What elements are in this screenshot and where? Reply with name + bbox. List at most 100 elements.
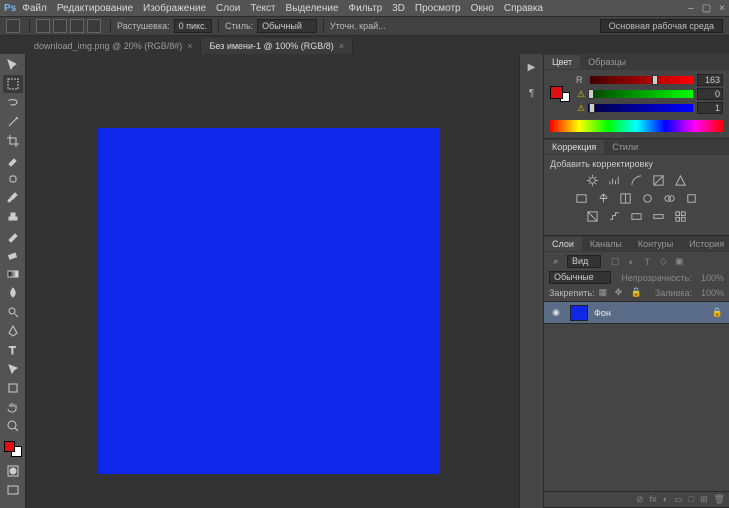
lock-pixels-icon[interactable]: ▦ [599, 287, 611, 298]
selection-int-icon[interactable] [87, 19, 101, 33]
selective-color-icon[interactable] [673, 209, 688, 223]
wand-tool[interactable] [3, 113, 23, 131]
dodge-tool[interactable] [3, 303, 23, 321]
shape-tool[interactable] [3, 379, 23, 397]
menu-filter[interactable]: Фильтр [349, 3, 383, 14]
close-tab-icon[interactable]: × [187, 41, 192, 51]
invert-icon[interactable] [585, 209, 600, 223]
color-swatches[interactable] [3, 440, 23, 458]
tab-paths[interactable]: Контуры [630, 237, 681, 251]
menu-window[interactable]: Окно [471, 3, 494, 14]
spectrum-strip[interactable] [550, 120, 723, 132]
gradient-map-icon[interactable] [651, 209, 666, 223]
search-icon[interactable]: ⌕ [549, 256, 563, 267]
selection-new-icon[interactable] [36, 19, 50, 33]
tab-adjustments[interactable]: Коррекция [544, 140, 604, 154]
close-tab-icon[interactable]: × [339, 41, 344, 51]
quick-mask-tool[interactable] [3, 462, 23, 480]
zoom-tool[interactable] [3, 417, 23, 435]
fill-value[interactable]: 100% [696, 288, 724, 298]
document-tab[interactable]: Без имени-1 @ 100% (RGB/8) × [201, 38, 353, 54]
layer-name[interactable]: Фон [594, 308, 712, 318]
tab-color[interactable]: Цвет [544, 55, 580, 69]
canvas[interactable] [98, 128, 440, 474]
workspace-switcher[interactable]: Основная рабочая среда [600, 19, 723, 33]
g-slider[interactable] [588, 90, 693, 98]
link-layers-icon[interactable]: ⊘ [636, 494, 644, 505]
color-balance-icon[interactable] [596, 191, 611, 205]
hue-icon[interactable] [574, 191, 589, 205]
heal-tool[interactable] [3, 170, 23, 188]
selection-add-icon[interactable] [53, 19, 67, 33]
menu-help[interactable]: Справка [504, 3, 543, 14]
kind-filter-dropdown[interactable]: Вид [567, 255, 601, 268]
move-tool[interactable] [3, 56, 23, 74]
menu-image[interactable]: Изображение [143, 3, 206, 14]
path-select-tool[interactable] [3, 360, 23, 378]
menu-text[interactable]: Текст [250, 3, 275, 14]
b-value[interactable]: 1 [697, 102, 723, 114]
lasso-tool[interactable] [3, 94, 23, 112]
g-value[interactable]: 0 [697, 88, 723, 100]
eyedropper-tool[interactable] [3, 151, 23, 169]
menu-view[interactable]: Просмотр [415, 3, 461, 14]
type-tool[interactable]: T [3, 341, 23, 359]
new-layer-icon[interactable]: ⊞ [700, 494, 708, 505]
marquee-tool[interactable] [3, 75, 23, 93]
blend-mode-dropdown[interactable]: Обычные [549, 271, 611, 284]
tab-layers[interactable]: Слои [544, 237, 582, 251]
minimize-button[interactable]: – [688, 3, 694, 14]
foreground-color-swatch[interactable] [4, 441, 15, 452]
lock-all-icon[interactable]: 🔒 [631, 287, 643, 298]
visibility-icon[interactable]: ◉ [548, 307, 564, 318]
gradient-tool[interactable] [3, 265, 23, 283]
menu-3d[interactable]: 3D [392, 3, 405, 14]
filter-pixel-icon[interactable]: ▢ [609, 256, 621, 268]
levels-icon[interactable] [607, 173, 622, 187]
tab-swatches[interactable]: Образцы [580, 55, 634, 69]
eraser-tool[interactable] [3, 246, 23, 264]
mask-icon[interactable]: ◐ [663, 494, 668, 505]
history-brush-tool[interactable] [3, 227, 23, 245]
channel-mixer-icon[interactable] [662, 191, 677, 205]
selection-sub-icon[interactable] [70, 19, 84, 33]
refine-edge-button[interactable]: Уточн. край... [330, 21, 386, 31]
screen-mode-tool[interactable] [3, 481, 23, 499]
hand-tool[interactable] [3, 398, 23, 416]
filter-adjust-icon[interactable]: ◐ [625, 256, 637, 268]
style-dropdown[interactable]: Обычный [257, 19, 317, 33]
layer-thumbnail[interactable] [570, 305, 588, 321]
marquee-tool-icon[interactable] [6, 19, 20, 33]
threshold-icon[interactable] [629, 209, 644, 223]
r-slider[interactable] [590, 76, 693, 84]
restore-button[interactable]: ▢ [702, 3, 711, 14]
document-tab[interactable]: download_img.png @ 20% (RGB/8#) × [26, 38, 201, 54]
brush-tool[interactable] [3, 189, 23, 207]
canvas-area[interactable] [26, 54, 519, 508]
photo-filter-icon[interactable] [640, 191, 655, 205]
tab-styles[interactable]: Стили [604, 140, 646, 154]
menu-select[interactable]: Выделение [286, 3, 339, 14]
tab-channels[interactable]: Каналы [582, 237, 630, 251]
curves-icon[interactable] [629, 173, 644, 187]
menu-file[interactable]: Файл [22, 3, 47, 14]
exposure-icon[interactable] [651, 173, 666, 187]
color-swatch-pair[interactable] [550, 86, 572, 104]
opacity-value[interactable]: 100% [696, 273, 724, 283]
tab-history[interactable]: История [681, 237, 729, 251]
blur-tool[interactable] [3, 284, 23, 302]
fgcolor-swatch[interactable] [550, 86, 563, 99]
lock-position-icon[interactable]: ✥ [615, 287, 627, 298]
play-icon[interactable]: ▶ [524, 60, 540, 74]
menu-edit[interactable]: Редактирование [57, 3, 133, 14]
filter-type-icon[interactable]: T [641, 256, 653, 268]
paragraph-icon[interactable]: ¶ [524, 86, 540, 100]
stamp-tool[interactable] [3, 208, 23, 226]
feather-field[interactable]: 0 пикс. [174, 19, 212, 33]
r-value[interactable]: 163 [697, 74, 723, 86]
layer-item[interactable]: ◉ Фон 🔒 [544, 302, 729, 324]
pen-tool[interactable] [3, 322, 23, 340]
fx-icon[interactable]: fx [650, 494, 657, 505]
filter-shape-icon[interactable]: ◇ [657, 256, 669, 268]
menu-layer[interactable]: Слои [216, 3, 240, 14]
